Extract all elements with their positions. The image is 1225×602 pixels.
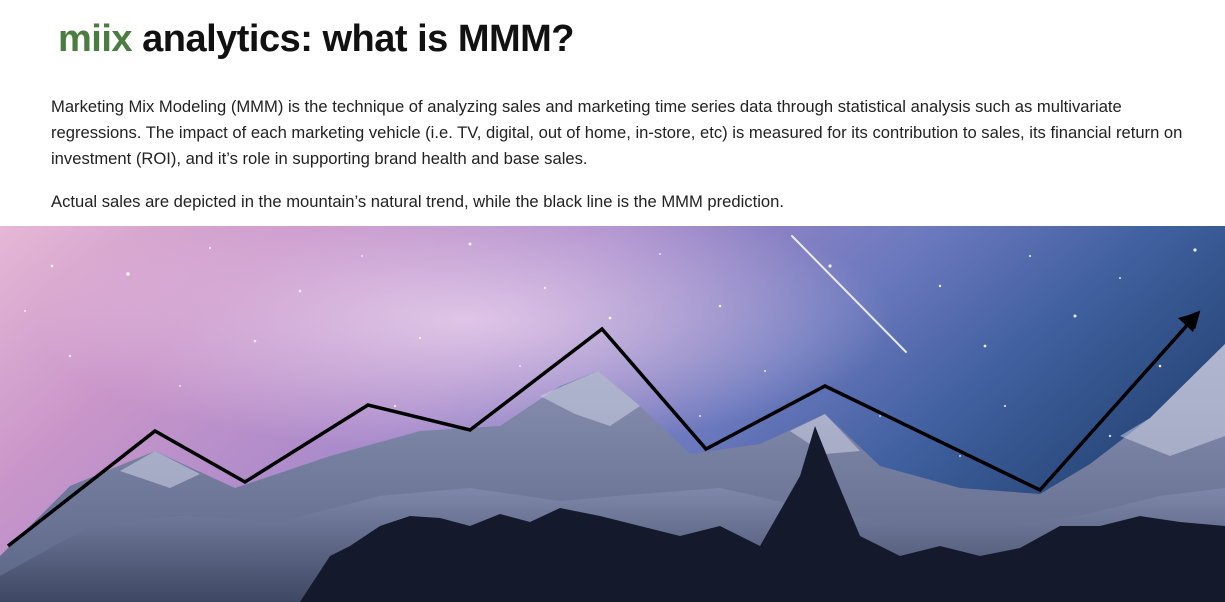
mountain-sky-illustration [0,226,1225,602]
brand-name: miix [58,18,133,60]
mmm-description: Marketing Mix Modeling (MMM) is the tech… [51,97,1183,168]
title-text: analytics: what is MMM? [132,18,575,60]
page-title: miix analytics: what is MMM? [58,18,575,61]
chart-note: Actual sales are depicted in the mountai… [51,192,784,211]
